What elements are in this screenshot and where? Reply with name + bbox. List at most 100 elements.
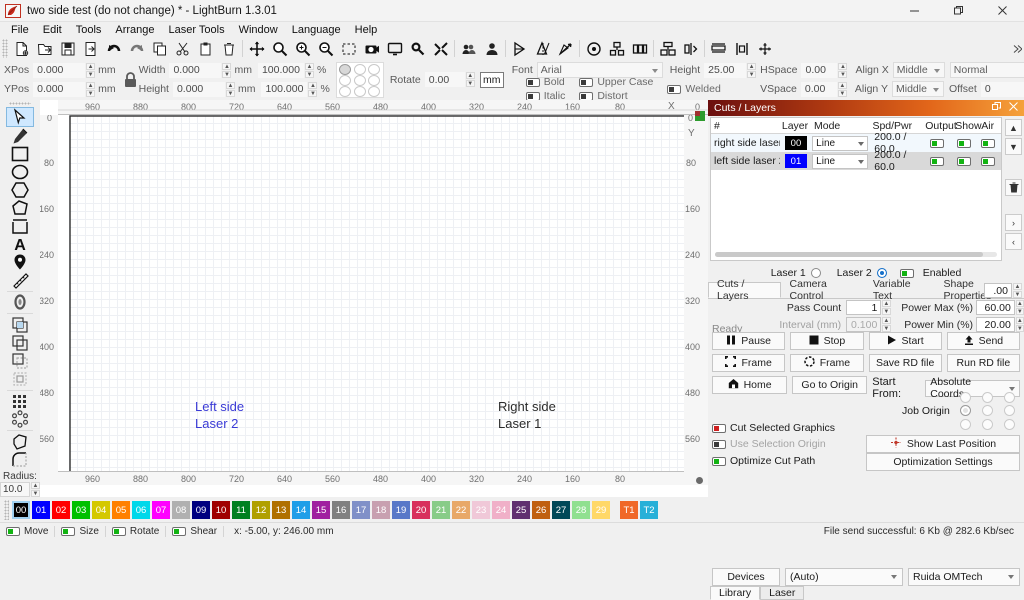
- power-max-input[interactable]: 60.00: [976, 300, 1015, 315]
- center-tool-icon[interactable]: [753, 39, 776, 59]
- radius-input[interactable]: 10.0: [0, 482, 30, 498]
- boolean-union-tool[interactable]: [6, 316, 34, 334]
- save-rd-file-button[interactable]: Save RD file: [868, 354, 942, 372]
- radius-stepper[interactable]: ▲ ▼: [31, 482, 40, 498]
- palette-swatch-T1[interactable]: T1: [620, 501, 638, 519]
- rotate-input[interactable]: 0.00: [424, 72, 465, 87]
- vspace-stepper[interactable]: ▲ ▼: [837, 81, 847, 97]
- palette-swatch-06[interactable]: 06: [132, 501, 150, 519]
- height-stepper[interactable]: ▲ ▼: [225, 81, 235, 97]
- round-corner-tool[interactable]: [6, 451, 34, 469]
- palette-swatch-04[interactable]: 04: [92, 501, 110, 519]
- delete-icon[interactable]: [217, 39, 240, 59]
- layer-output-toggle[interactable]: [930, 156, 945, 166]
- table-row[interactable]: right side laser 1 00 Line 200.0 / 60.0: [711, 131, 1001, 155]
- tab-camera-control[interactable]: Camera Control: [781, 278, 864, 302]
- palette-swatch-10[interactable]: 10: [212, 501, 230, 519]
- menu-help[interactable]: Help: [348, 22, 385, 38]
- node-edit-tool[interactable]: [6, 293, 34, 311]
- close-icon[interactable]: [1009, 102, 1018, 114]
- units-button[interactable]: mm: [479, 71, 504, 88]
- job-origin-top-right[interactable]: [1003, 392, 1015, 404]
- palette-swatch-13[interactable]: 13: [272, 501, 290, 519]
- layers-horizontal-scrollbar[interactable]: [715, 252, 997, 257]
- move-down-icon[interactable]: ▼: [1005, 138, 1022, 155]
- anchor-bottom-right[interactable]: [368, 85, 381, 97]
- palette-swatch-20[interactable]: 20: [412, 501, 430, 519]
- hspace-input[interactable]: 0.00: [801, 62, 838, 78]
- palette-swatch-16[interactable]: 16: [332, 501, 350, 519]
- stop-button[interactable]: Stop: [790, 332, 864, 350]
- job-origin-top-center[interactable]: [981, 392, 993, 404]
- palette-swatch-T2[interactable]: T2: [640, 501, 658, 519]
- send-button[interactable]: Send: [946, 332, 1020, 350]
- power-max-stepper[interactable]: ▲ ▼: [1015, 300, 1024, 315]
- welded-toggle[interactable]: Welded: [667, 83, 721, 95]
- tool-palette-grip[interactable]: [9, 102, 31, 105]
- align-y-select[interactable]: Middle: [892, 81, 944, 97]
- palette-swatch-01[interactable]: 01: [32, 501, 50, 519]
- tab-cuts-layers[interactable]: Cuts / Layers: [708, 278, 781, 302]
- close-path-icon[interactable]: [554, 39, 577, 59]
- palette-swatch-15[interactable]: 15: [312, 501, 330, 519]
- palette-swatch-00[interactable]: 00: [12, 501, 30, 519]
- menu-laser-tools[interactable]: Laser Tools: [162, 22, 232, 38]
- show-last-position-button[interactable]: Show Last Position: [866, 435, 1020, 453]
- text-shape-select[interactable]: Normal: [949, 62, 1024, 78]
- delete-layer-icon[interactable]: [1005, 179, 1022, 196]
- palette-swatch-08[interactable]: 08: [172, 501, 190, 519]
- partial-value-input[interactable]: .00: [984, 283, 1012, 298]
- device-name-select[interactable]: Ruida OMTech: [908, 568, 1020, 586]
- undo-icon[interactable]: [102, 39, 125, 59]
- laser-enabled-toggle[interactable]: [899, 268, 914, 278]
- zoom-out-icon[interactable]: [314, 39, 337, 59]
- cut-icon[interactable]: [171, 39, 194, 59]
- height-percent-stepper[interactable]: ▲ ▼: [308, 81, 318, 97]
- job-origin-bottom-right[interactable]: [1003, 418, 1015, 430]
- open-file-icon[interactable]: [33, 39, 56, 59]
- zoom-fit-icon[interactable]: [268, 39, 291, 59]
- weld-shapes-tool[interactable]: [6, 433, 34, 451]
- palette-swatch-27[interactable]: 27: [552, 501, 570, 519]
- pass-count-input[interactable]: 1: [846, 300, 882, 315]
- ungroup-icon[interactable]: [480, 39, 503, 59]
- move-left-icon[interactable]: ‹: [1005, 233, 1022, 250]
- palette-swatch-24[interactable]: 24: [492, 501, 510, 519]
- rotate-stepper[interactable]: ▲ ▼: [465, 72, 475, 87]
- anchor-middle-left[interactable]: [339, 74, 352, 86]
- run-rd-file-button[interactable]: Run RD file: [946, 354, 1020, 372]
- minimize-button[interactable]: [892, 0, 936, 22]
- menu-file[interactable]: File: [4, 22, 36, 38]
- devices-button[interactable]: Devices: [712, 568, 780, 586]
- pass-count-stepper[interactable]: ▲ ▼: [882, 300, 891, 315]
- palette-swatch-03[interactable]: 03: [72, 501, 90, 519]
- start-button[interactable]: Start: [868, 332, 942, 350]
- settings-gear-icon[interactable]: [406, 39, 429, 59]
- lock-icon[interactable]: [122, 59, 139, 100]
- vertical-tool-icon[interactable]: [730, 39, 753, 59]
- maximize-button[interactable]: [936, 0, 980, 22]
- align-x-select[interactable]: Middle: [892, 62, 945, 78]
- optimization-settings-button[interactable]: Optimization Settings: [866, 453, 1020, 471]
- table-row[interactable]: left side laser 2 01 Line 200.0 / 60.0: [711, 149, 1001, 173]
- layer-mode-select[interactable]: Line: [812, 153, 869, 169]
- palette-swatch-02[interactable]: 02: [52, 501, 70, 519]
- boolean-subtract-tool[interactable]: [6, 334, 34, 352]
- palette-swatch-18[interactable]: 18: [372, 501, 390, 519]
- hspace-stepper[interactable]: ▲ ▼: [838, 62, 848, 78]
- palette-swatch-21[interactable]: 21: [432, 501, 450, 519]
- cuts-layers-table[interactable]: # Layer Mode Spd/Pwr Output Show Air rig…: [710, 117, 1002, 261]
- weld-icon[interactable]: [605, 39, 628, 59]
- palette-swatch-26[interactable]: 26: [532, 501, 550, 519]
- anchor-top-right[interactable]: [368, 63, 381, 75]
- palette-swatch-23[interactable]: 23: [472, 501, 490, 519]
- toolbar-grip[interactable]: [2, 39, 8, 58]
- layer-color-swatch[interactable]: 01: [780, 154, 812, 168]
- menu-arrange[interactable]: Arrange: [108, 22, 161, 38]
- italic-toggle[interactable]: Italic: [525, 90, 565, 100]
- menu-tools[interactable]: Tools: [69, 22, 109, 38]
- size-toggle[interactable]: Size: [61, 526, 99, 537]
- job-origin-bottom-center[interactable]: [981, 418, 993, 430]
- move-right-icon[interactable]: ›: [1005, 214, 1022, 231]
- width-stepper[interactable]: ▲ ▼: [222, 62, 232, 78]
